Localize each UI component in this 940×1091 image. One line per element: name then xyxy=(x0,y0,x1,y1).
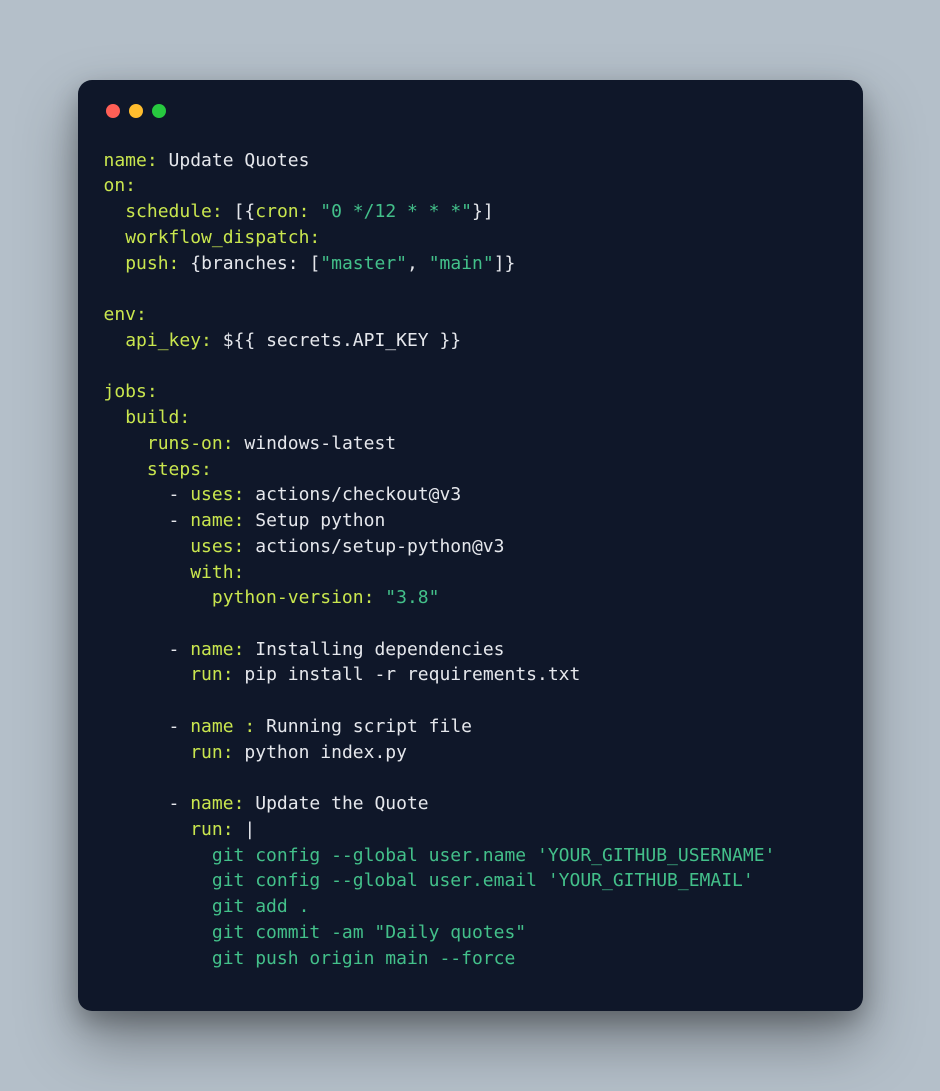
yaml-key-inline: branches: xyxy=(201,253,299,274)
close-icon[interactable] xyxy=(106,104,120,118)
yaml-value: actions/setup-python@v3 xyxy=(255,536,504,557)
yaml-value: windows-latest xyxy=(244,433,396,454)
minimize-icon[interactable] xyxy=(129,104,143,118)
yaml-key: name: xyxy=(190,510,244,531)
code-window: name: Update Quotes on: schedule: [{cron… xyxy=(78,80,863,1012)
yaml-key: name: xyxy=(190,639,244,660)
shell-cmd: git commit -am "Daily quotes" xyxy=(212,922,526,943)
yaml-key: uses: xyxy=(190,484,244,505)
yaml-key: workflow_dispatch: xyxy=(125,227,320,248)
yaml-key: name : xyxy=(190,716,255,737)
yaml-key: steps: xyxy=(147,459,212,480)
yaml-value: Running script file xyxy=(266,716,472,737)
punct: { xyxy=(190,253,201,274)
pipe: | xyxy=(244,819,255,840)
dash: - xyxy=(169,484,191,505)
yaml-string: "0 */12 * * *" xyxy=(320,201,472,222)
dash: - xyxy=(169,510,191,531)
yaml-value: python index.py xyxy=(244,742,407,763)
yaml-key: on: xyxy=(104,175,137,196)
yaml-value: Installing dependencies xyxy=(255,639,504,660)
yaml-key: build: xyxy=(125,407,190,428)
yaml-key: env: xyxy=(104,304,147,325)
punct: , xyxy=(407,253,429,274)
yaml-key: name: xyxy=(190,793,244,814)
yaml-key: run: xyxy=(190,664,233,685)
yaml-key: cron: xyxy=(255,201,309,222)
yaml-value: ${{ secrets.API_KEY }} xyxy=(223,330,461,351)
yaml-key: python-version: xyxy=(212,587,375,608)
yaml-value: actions/checkout@v3 xyxy=(255,484,461,505)
yaml-key: schedule: xyxy=(125,201,223,222)
shell-cmd: git push origin main --force xyxy=(212,948,515,969)
yaml-code: name: Update Quotes on: schedule: [{cron… xyxy=(104,148,837,972)
dash: - xyxy=(169,639,191,660)
yaml-key: runs-on: xyxy=(147,433,234,454)
punct: ]} xyxy=(494,253,516,274)
yaml-key: jobs: xyxy=(104,381,158,402)
dash: - xyxy=(169,793,191,814)
yaml-value: pip install -r requirements.txt xyxy=(244,664,580,685)
yaml-string: "main" xyxy=(429,253,494,274)
yaml-value: Update Quotes xyxy=(169,150,310,171)
zoom-icon[interactable] xyxy=(152,104,166,118)
yaml-key: api_key: xyxy=(125,330,212,351)
yaml-string: "3.8" xyxy=(385,587,439,608)
window-controls xyxy=(106,104,837,118)
shell-cmd: git add . xyxy=(212,896,310,917)
yaml-value: Setup python xyxy=(255,510,385,531)
shell-cmd: git config --global user.name 'YOUR_GITH… xyxy=(212,845,776,866)
punct: [ xyxy=(309,253,320,274)
yaml-string: "master" xyxy=(320,253,407,274)
yaml-key: with: xyxy=(190,562,244,583)
yaml-value: Update the Quote xyxy=(255,793,428,814)
yaml-key: push: xyxy=(125,253,179,274)
shell-cmd: git config --global user.email 'YOUR_GIT… xyxy=(212,870,754,891)
yaml-key: name: xyxy=(104,150,158,171)
punct: }] xyxy=(472,201,494,222)
punct: [{ xyxy=(234,201,256,222)
yaml-key: run: xyxy=(190,819,233,840)
yaml-key: uses: xyxy=(190,536,244,557)
dash: - xyxy=(169,716,191,737)
yaml-key: run: xyxy=(190,742,233,763)
